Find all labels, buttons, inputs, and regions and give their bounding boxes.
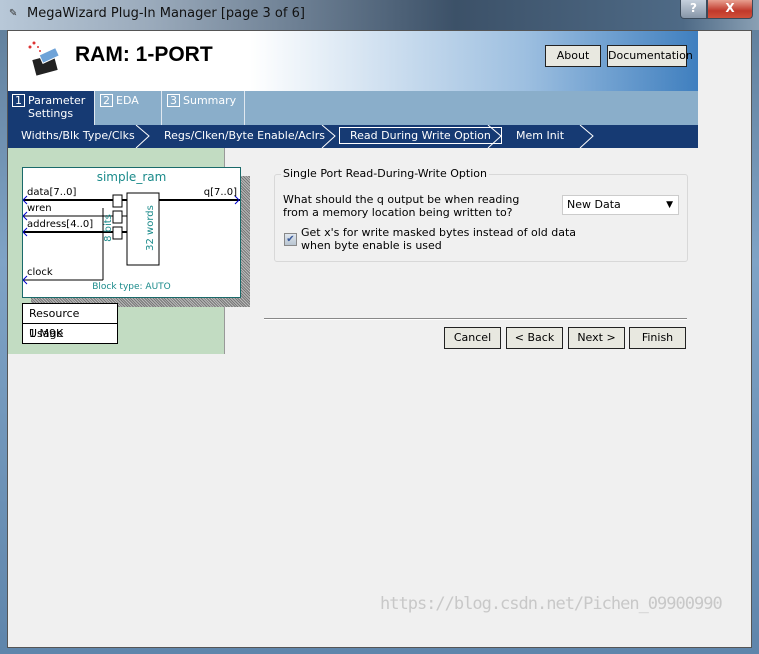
documentation-button[interactable]: Documentation <box>607 45 693 67</box>
close-button[interactable]: X <box>707 0 753 19</box>
ram-chip-icon <box>28 41 60 76</box>
q-output-question: What should the q output be when reading… <box>283 193 520 219</box>
symbol-name: simple_ram <box>96 170 167 184</box>
next-button[interactable]: Next > <box>568 327 625 349</box>
resource-header: Resource Usage <box>23 304 117 340</box>
about-button[interactable]: About <box>545 45 601 67</box>
tab-bar: 1 Parameter Settings 2 EDA 3 Summary <box>8 91 698 125</box>
back-button[interactable]: < Back <box>506 327 563 349</box>
tab-parameter-settings[interactable]: 1 Parameter Settings <box>8 91 95 125</box>
bits-label: 8 bits <box>103 214 114 242</box>
help-button[interactable]: ? <box>680 0 707 19</box>
tab-number: 2 <box>100 94 113 107</box>
chevron-right-icon <box>579 125 594 148</box>
wizard-icon: ✎ <box>9 8 18 19</box>
read-during-write-group: Single Port Read-During-Write Option Wha… <box>274 167 688 262</box>
tab-label: EDA <box>116 94 139 107</box>
selected-value: New Data <box>567 198 621 211</box>
cancel-button[interactable]: Cancel <box>444 327 501 349</box>
port-q: q[7..0] <box>203 187 237 198</box>
checkbox-label[interactable]: Get x's for write masked bytes instead o… <box>301 226 591 252</box>
group-label: Single Port Read-During-Write Option <box>281 167 489 180</box>
nav-read-during-write[interactable]: Read During Write Option <box>339 127 502 144</box>
resource-usage-table: Resource Usage 1 M9K <box>22 303 118 344</box>
chevron-right-icon <box>487 125 502 148</box>
separator <box>264 318 687 320</box>
q-output-select[interactable]: New Data ▼ <box>562 195 679 215</box>
title-bar: ✎ MegaWizard Plug-In Manager [page 3 of … <box>0 0 759 30</box>
watermark: https://blog.csdn.net/Pichen_09900990 <box>380 594 723 614</box>
words-label: 32 words <box>145 205 156 251</box>
port-address: address[4..0] <box>27 219 94 230</box>
tab-label: Parameter Settings <box>28 94 86 120</box>
dropdown-arrow-icon: ▼ <box>666 200 673 210</box>
window-title: MegaWizard Plug-In Manager [page 3 of 6] <box>27 6 305 21</box>
port-data: data[7..0] <box>27 187 77 198</box>
ram-symbol: 8 bits 32 words simple_ram data[7..0] wr… <box>22 167 241 298</box>
nav-regs[interactable]: Regs/Clken/Byte Enable/Aclrs <box>164 128 325 143</box>
tab-number: 3 <box>167 94 180 107</box>
header: RAM: 1-PORT About Documentation <box>8 31 698 91</box>
tab-eda[interactable]: 2 EDA <box>96 91 162 125</box>
page-nav: Widths/Blk Type/Clks Regs/Clken/Byte Ena… <box>8 125 698 148</box>
tab-label: Summary <box>183 94 237 107</box>
finish-button[interactable]: Finish <box>629 327 686 349</box>
port-wren: wren <box>27 203 52 214</box>
chevron-right-icon <box>321 125 336 148</box>
resource-value: 1 M9K <box>29 327 64 340</box>
symbol-panel: 8 bits 32 words simple_ram data[7..0] wr… <box>8 148 250 354</box>
tab-summary[interactable]: 3 Summary <box>163 91 245 125</box>
block-type: Block type: AUTO <box>92 282 171 292</box>
port-clock: clock <box>27 267 53 278</box>
tab-number: 1 <box>12 94 25 107</box>
wizard-client: RAM: 1-PORT About Documentation 1 Paramet… <box>7 30 752 648</box>
x-masked-bytes-checkbox[interactable]: ✔ <box>284 233 297 246</box>
nav-widths[interactable]: Widths/Blk Type/Clks <box>21 128 135 143</box>
nav-mem-init[interactable]: Mem Init <box>516 128 564 143</box>
chevron-right-icon <box>135 125 150 148</box>
page-title: RAM: 1-PORT <box>75 43 213 66</box>
